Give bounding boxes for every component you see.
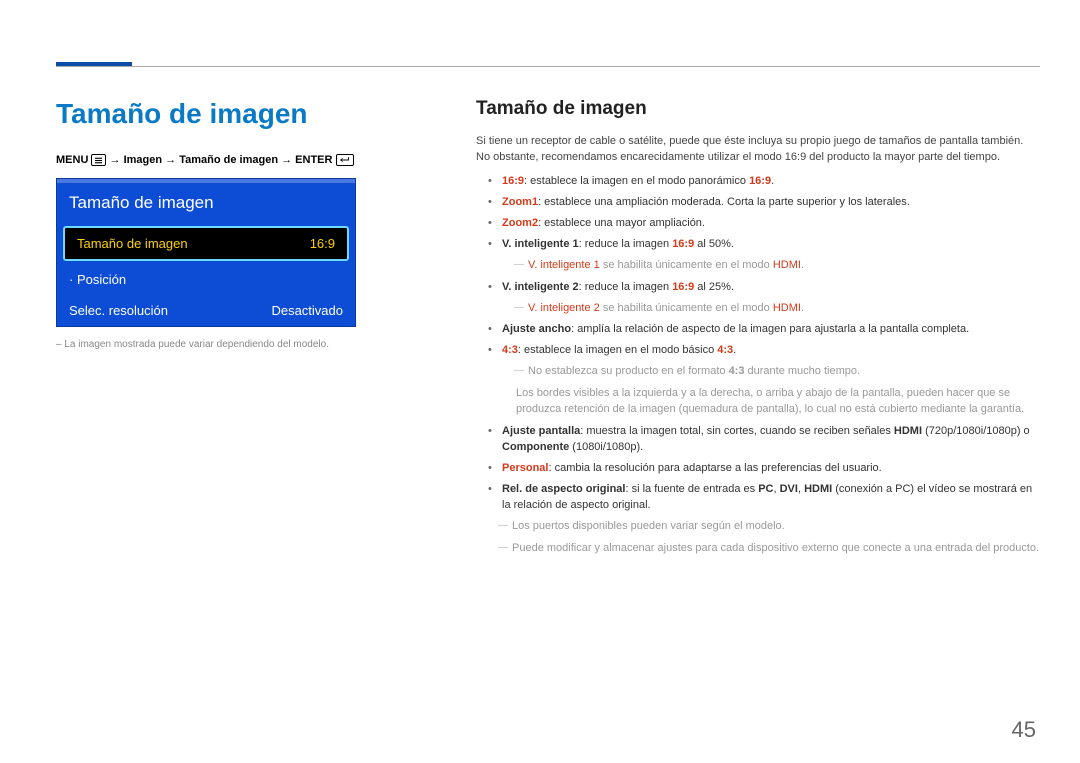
options-list: Ajuste ancho: amplía la relación de aspe… xyxy=(476,322,1040,359)
list-item: Zoom2: establece una mayor ampliación. xyxy=(492,216,1040,232)
top-rule-line xyxy=(56,66,1040,67)
list-item: 16:9: establece la imagen en el modo pan… xyxy=(492,174,1040,190)
breadcrumb-arrow-2: → xyxy=(165,154,179,166)
breadcrumb-part-1: Imagen xyxy=(124,154,163,166)
sub-note: V. inteligente 1 se habilita únicamente … xyxy=(516,258,1040,274)
options-list: V. inteligente 2: reduce la imagen 16:9 … xyxy=(476,280,1040,296)
list-item: V. inteligente 1: reduce la imagen 16:9 … xyxy=(492,237,1040,253)
left-column: Tamaño de imagen MENU → Imagen → Tamaño … xyxy=(56,98,416,563)
end-note: Los puertos disponibles pueden variar se… xyxy=(500,519,1040,535)
list-item: 4:3: establece la imagen en el modo bási… xyxy=(492,343,1040,359)
osd-row-posicion[interactable]: · Posición xyxy=(57,264,355,295)
breadcrumb-part-2: Tamaño de imagen xyxy=(179,154,278,166)
list-item: Zoom1: establece una ampliación moderada… xyxy=(492,195,1040,211)
breadcrumb-arrow-3: → xyxy=(281,154,295,166)
intro-paragraph: Si tiene un receptor de cable o satélite… xyxy=(476,134,1040,166)
options-list: 16:9: establece la imagen en el modo pan… xyxy=(476,174,1040,253)
end-note: Puede modificar y almacenar ajustes para… xyxy=(500,541,1040,557)
page-number: 45 xyxy=(1012,717,1036,743)
osd-row-label: · Posición xyxy=(69,272,126,287)
list-item: Ajuste pantalla: muestra la imagen total… xyxy=(492,424,1040,456)
right-column: Tamaño de imagen Si tiene un receptor de… xyxy=(476,98,1040,563)
osd-footnote: La imagen mostrada puede variar dependie… xyxy=(56,339,416,350)
osd-row-label: Tamaño de imagen xyxy=(77,236,188,251)
section-title-right: Tamaño de imagen xyxy=(476,98,1040,120)
osd-row-value: Desactivado xyxy=(271,303,343,318)
osd-row-tamano[interactable]: Tamaño de imagen 16:9 xyxy=(63,226,349,261)
sub-note-lines: Los bordes visibles a la izquierda y a l… xyxy=(516,386,1040,418)
breadcrumb: MENU → Imagen → Tamaño de imagen → ENTER xyxy=(56,154,416,166)
list-item: V. inteligente 2: reduce la imagen 16:9 … xyxy=(492,280,1040,296)
menu-icon xyxy=(91,154,106,166)
enter-icon xyxy=(336,154,354,166)
osd-row-value: 16:9 xyxy=(310,236,335,251)
list-item: Ajuste ancho: amplía la relación de aspe… xyxy=(492,322,1040,338)
manual-page: Tamaño de imagen MENU → Imagen → Tamaño … xyxy=(0,0,1080,763)
list-item: Personal: cambia la resolución para adap… xyxy=(492,461,1040,477)
sub-note: No establezca su producto en el formato … xyxy=(516,364,1040,380)
osd-title: Tamaño de imagen xyxy=(57,179,355,223)
list-item: Rel. de aspecto original: si la fuente d… xyxy=(492,482,1040,514)
osd-row-label: Selec. resolución xyxy=(69,303,168,318)
breadcrumb-enter: ENTER xyxy=(295,154,332,166)
breadcrumb-menu: MENU xyxy=(56,154,88,166)
options-list: Ajuste pantalla: muestra la imagen total… xyxy=(476,424,1040,514)
breadcrumb-arrow-1: → xyxy=(110,154,124,166)
osd-panel: Tamaño de imagen Tamaño de imagen 16:9 ·… xyxy=(56,178,356,327)
sub-note: V. inteligente 2 se habilita únicamente … xyxy=(516,301,1040,317)
section-title-left: Tamaño de imagen xyxy=(56,98,416,130)
content-columns: Tamaño de imagen MENU → Imagen → Tamaño … xyxy=(56,98,1040,563)
osd-row-resolucion[interactable]: Selec. resolución Desactivado xyxy=(57,295,355,326)
